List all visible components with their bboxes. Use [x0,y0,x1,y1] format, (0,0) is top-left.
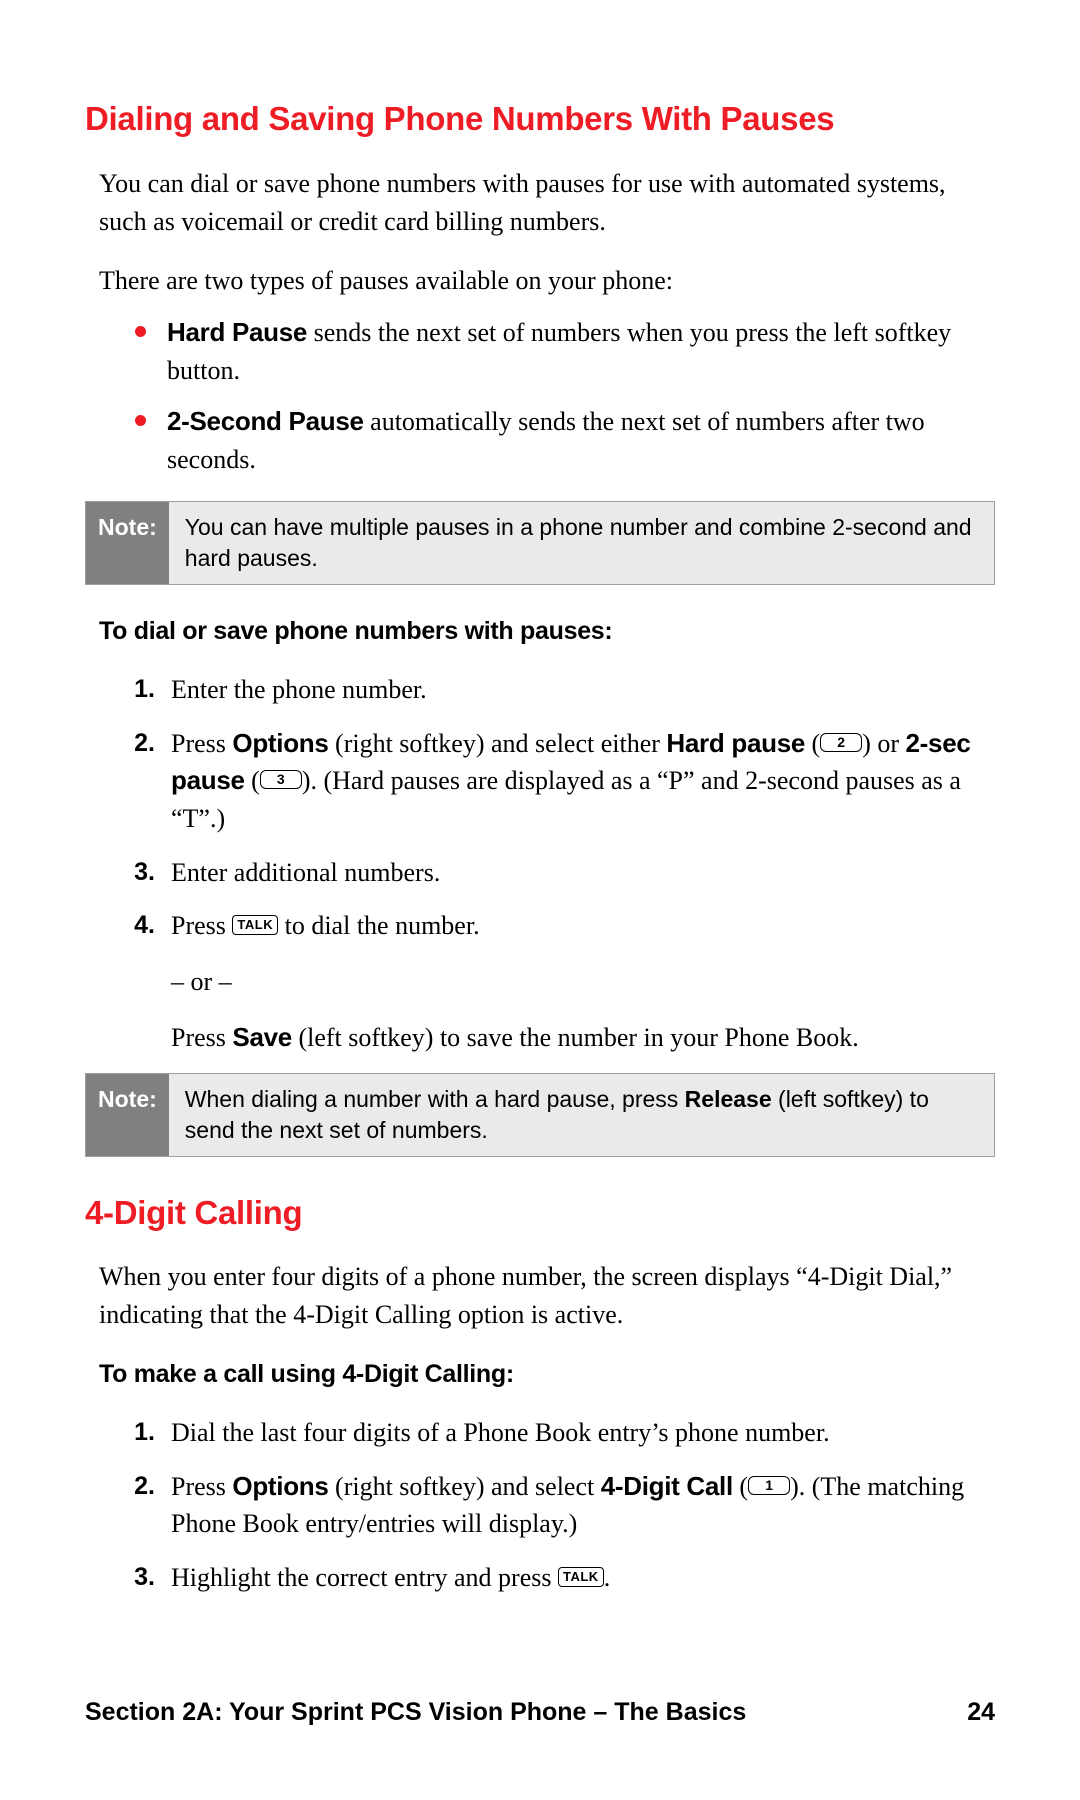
step-number: 2. [123,1468,155,1504]
step-item: 4. Press TALK to dial the number. – or –… [123,907,995,1056]
step-number: 3. [123,1559,155,1595]
step-text: Press Options (right softkey) and select… [171,729,971,833]
paragraph: You can dial or save phone numbers with … [85,165,995,240]
text: Press [171,729,232,758]
step-text: Press Options (right softkey) and select… [171,1472,964,1539]
page: Dialing and Saving Phone Numbers With Pa… [0,0,1080,1800]
bold-text: Options [232,728,328,758]
step-text: Dial the last four digits of a Phone Boo… [171,1418,830,1447]
step-item: 1. Dial the last four digits of a Phone … [123,1414,995,1452]
bold-text: Save [232,1022,292,1052]
step-number: 1. [123,671,155,707]
step-item: 2. Press Options (right softkey) and sel… [123,725,995,838]
bullet-item: Hard Pause sends the next set of numbers… [135,314,995,389]
step-number: 3. [123,854,155,890]
text: ( [733,1472,748,1501]
note-content: When dialing a number with a hard pause,… [169,1074,994,1156]
note-content: You can have multiple pauses in a phone … [169,502,994,584]
text: to dial the number. [278,911,479,940]
text: ) or [862,729,905,758]
step-item: 3. Highlight the correct entry and press… [123,1559,995,1597]
subheading: To make a call using 4-Digit Calling: [85,1356,995,1392]
keycap-talk-icon: TALK [232,915,278,935]
text: Press [171,1023,232,1052]
subheading: To dial or save phone numbers with pause… [85,613,995,649]
note-box: Note: When dialing a number with a hard … [85,1073,995,1157]
bullet-term: Hard Pause [167,317,307,347]
text: (right softkey) and select [329,1472,601,1501]
keycap-talk-icon: TALK [558,1567,604,1587]
paragraph: When you enter four digits of a phone nu… [85,1258,995,1333]
bold-text: 4-Digit Call [601,1471,733,1501]
keycap-1-icon: 1 [748,1476,790,1495]
heading-pauses: Dialing and Saving Phone Numbers With Pa… [85,95,995,143]
bold-text: Hard pause [666,728,805,758]
step-text: Highlight the correct entry and press TA… [171,1563,610,1592]
section-label: Section 2A: Your Sprint PCS Vision Phone… [85,1698,746,1726]
note-label: Note: [86,502,169,584]
text: (right softkey) and select either [329,729,667,758]
paragraph: There are two types of pauses available … [85,262,995,300]
bullet-item: 2-Second Pause automatically sends the n… [135,403,995,478]
step-item: 3. Enter additional numbers. [123,854,995,892]
text: Press [171,911,232,940]
bold-text: Options [232,1471,328,1501]
text: When dialing a number with a hard pause,… [185,1086,685,1112]
text: ( [245,766,260,795]
bullet-term: 2-Second Pause [167,406,364,436]
step-number: 4. [123,907,155,943]
step-text: Enter additional numbers. [171,858,440,887]
step-item: 1. Enter the phone number. [123,671,995,709]
bullet-icon [135,415,146,426]
step-list: 1. Enter the phone number. 2. Press Opti… [85,671,995,1057]
note-box: Note: You can have multiple pauses in a … [85,501,995,585]
text: Highlight the correct entry and press [171,1563,558,1592]
page-footer: Section 2A: Your Sprint PCS Vision Phone… [85,1694,995,1730]
note-label: Note: [86,1074,169,1156]
step-text: Enter the phone number. [171,675,427,704]
keycap-2-icon: 2 [820,733,862,752]
step-text: Press TALK to dial the number. [171,911,480,940]
step-item: 2. Press Options (right softkey) and sel… [123,1468,995,1543]
heading-4digit: 4-Digit Calling [85,1189,995,1237]
page-number: 24 [967,1694,995,1730]
step-number: 1. [123,1414,155,1450]
text: . [604,1563,611,1592]
text: (left softkey) to save the number in you… [292,1023,859,1052]
keycap-3-icon: 3 [260,770,302,789]
text: ( [805,729,820,758]
text: Press [171,1472,232,1501]
step-text: Press Save (left softkey) to save the nu… [171,1019,995,1057]
step-list: 1. Dial the last four digits of a Phone … [85,1414,995,1597]
or-separator: – or – [171,963,995,1001]
bullet-list: Hard Pause sends the next set of numbers… [85,314,995,479]
step-number: 2. [123,725,155,761]
bold-text: Release [685,1086,772,1112]
bullet-icon [135,326,146,337]
